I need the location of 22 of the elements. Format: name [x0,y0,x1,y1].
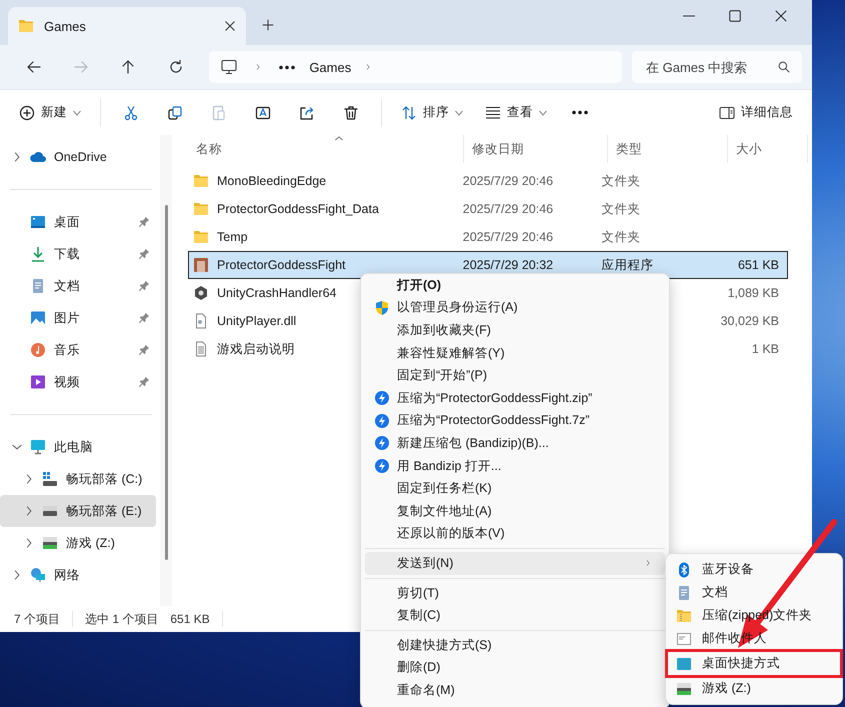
file-size: 1,089 KB [728,286,779,300]
file-size: 651 KB [738,258,779,272]
file-name: MonoBleedingEdge [217,174,326,188]
file-name: UnityCrashHandler64 [217,286,337,300]
selection-size: 651 KB [170,612,210,626]
file-type: 应用程序 [602,256,654,274]
file-type: 文件夹 [602,200,641,218]
modified-date: 2025/7/29 20:46 [462,202,554,216]
file-name: ProtectorGoddessFight [217,258,346,272]
file-type: 文件夹 [602,172,641,190]
modified-date: 2025/7/29 20:46 [462,174,554,188]
item-count: 7 个项目 [14,610,60,628]
file-size: 1 KB [752,342,779,356]
selection-count: 选中 1 个项目 [85,610,158,628]
file-name: Temp [217,230,248,244]
file-name: 游戏启动说明 [217,340,295,358]
file-size: 30,029 KB [720,314,779,328]
modified-date: 2025/7/29 20:46 [462,230,554,244]
file-name: UnityPlayer.dll [217,314,296,328]
modified-date: 2025/7/29 20:32 [462,258,554,272]
file-name: ProtectorGoddessFight_Data [217,202,379,216]
file-type: 文件夹 [602,228,641,246]
